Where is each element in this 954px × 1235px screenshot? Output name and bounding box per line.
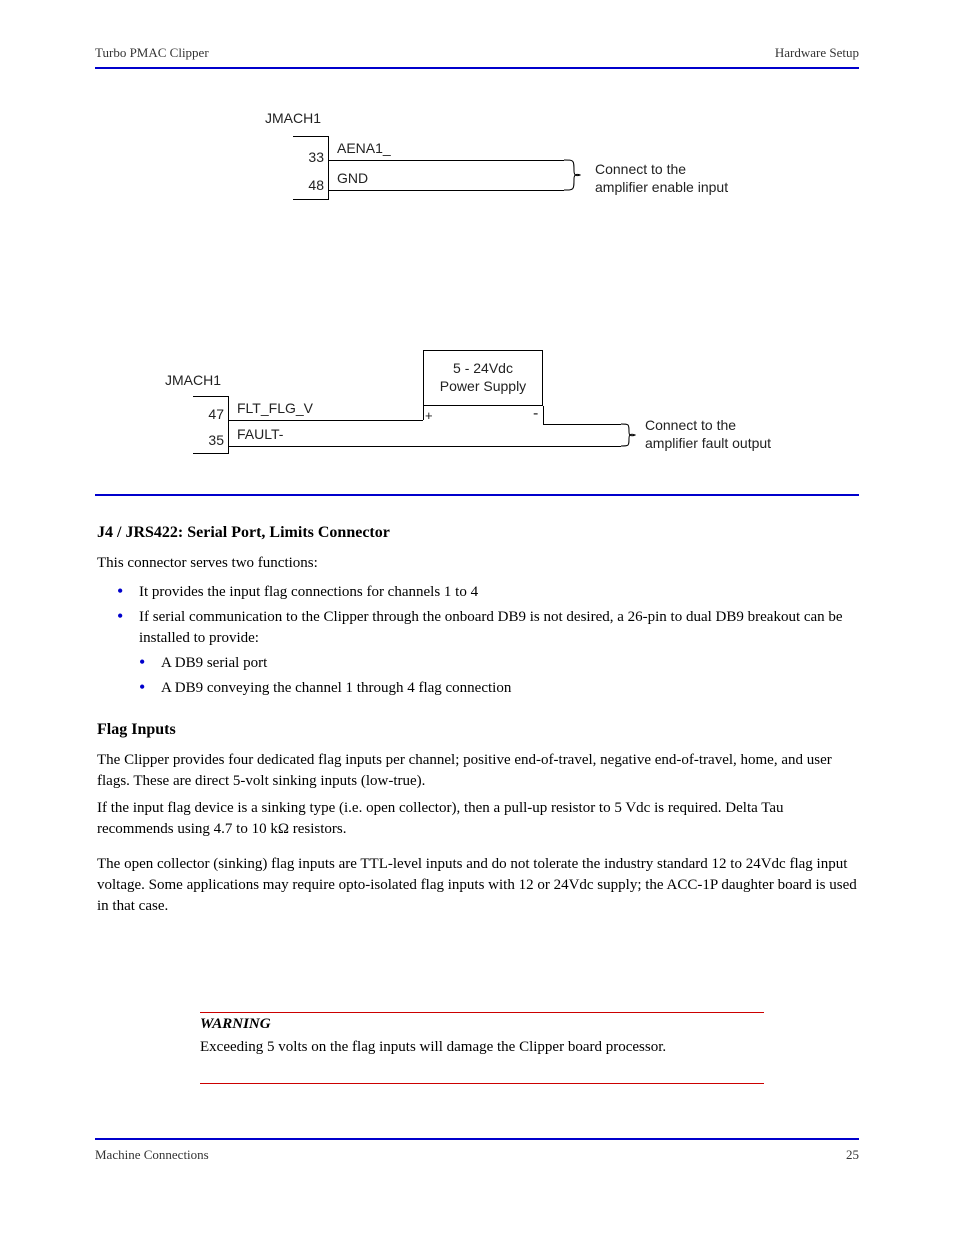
warning-label: WARNING bbox=[200, 1014, 764, 1035]
diagram2-sig1: FLT_FLG_V bbox=[237, 400, 313, 416]
flags-para1: The Clipper provides four dedicated flag… bbox=[97, 750, 859, 792]
brace-icon bbox=[564, 154, 592, 196]
diagram2-connector: 47 35 bbox=[193, 396, 229, 454]
flags-para2: If the input flag device is a sinking ty… bbox=[97, 798, 859, 840]
diagram1-title: JMACH1 bbox=[265, 110, 321, 126]
bullet-text: A DB9 serial port bbox=[161, 655, 267, 671]
diagram2-pin2: 35 bbox=[193, 427, 224, 453]
header-right: Hardware Setup bbox=[775, 45, 859, 61]
bullet-item: It provides the input flag connections f… bbox=[117, 582, 859, 603]
diagram1-pin1: 33 bbox=[293, 143, 324, 171]
section-title: J4 / JRS422: Serial Port, Limits Connect… bbox=[97, 522, 859, 543]
diagram1-connector: 33 48 bbox=[293, 136, 329, 200]
diagram2-pin1: 47 bbox=[193, 401, 224, 427]
diagram2-vwire-plus bbox=[423, 406, 424, 420]
diagram2-note-l1: Connect to the bbox=[645, 417, 736, 433]
diagram1-note-l1: Connect to the bbox=[595, 161, 686, 177]
brace-icon bbox=[621, 418, 643, 452]
diagram2-note-l2: amplifier fault output bbox=[645, 435, 771, 451]
flags-heading: Flag Inputs bbox=[97, 719, 859, 740]
diagram2-wire-fault bbox=[229, 446, 621, 447]
diagram2-vwire-minus bbox=[543, 406, 544, 424]
warning-body: Exceeding 5 volts on the flag inputs wil… bbox=[200, 1039, 666, 1055]
section-rule bbox=[95, 494, 859, 496]
page-footer: Machine Connections 25 bbox=[95, 1147, 859, 1163]
diagram-fault: JMACH1 47 35 FLT_FLG_V FAULT- 5 - 24Vdc … bbox=[165, 350, 865, 480]
footer-rule bbox=[95, 1138, 859, 1140]
page: Turbo PMAC Clipper Hardware Setup JMACH1… bbox=[0, 0, 954, 1235]
header-left: Turbo PMAC Clipper bbox=[95, 45, 209, 61]
bullet-item: A DB9 conveying the channel 1 through 4 … bbox=[139, 678, 859, 699]
footer-right: 25 bbox=[846, 1147, 859, 1163]
warning-top-rule bbox=[200, 1012, 764, 1013]
body-text: J4 / JRS422: Serial Port, Limits Connect… bbox=[97, 522, 859, 923]
diagram1-pin2: 48 bbox=[293, 171, 324, 199]
flags-para3: The open collector (sinking) flag inputs… bbox=[97, 854, 859, 917]
diagram1-wire2 bbox=[329, 190, 564, 191]
header-rule bbox=[95, 67, 859, 69]
bullet-text: If serial communication to the Clipper t… bbox=[139, 609, 843, 646]
warning-bottom-rule bbox=[200, 1083, 764, 1084]
diagram1-note: Connect to the amplifier enable input bbox=[595, 160, 728, 196]
diagram2-wire-minus-out bbox=[543, 424, 621, 425]
ps-line1: 5 - 24Vdc bbox=[453, 360, 513, 376]
minus-icon: - bbox=[533, 408, 538, 420]
diagram2-title: JMACH1 bbox=[165, 372, 221, 388]
bullet-item: If serial communication to the Clipper t… bbox=[117, 607, 859, 649]
bullet-text: It provides the input flag connections f… bbox=[139, 584, 478, 600]
power-supply-box: 5 - 24Vdc Power Supply bbox=[423, 350, 543, 406]
bullet-list-outer: It provides the input flag connections f… bbox=[117, 582, 859, 649]
diagram2-sig2: FAULT- bbox=[237, 426, 283, 442]
diagram2-wire-fltv bbox=[229, 420, 423, 421]
bullet-text: A DB9 conveying the channel 1 through 4 … bbox=[161, 680, 511, 696]
diagram1-sig2: GND bbox=[337, 170, 368, 186]
plus-icon: + bbox=[425, 408, 433, 423]
section-intro: This connector serves two functions: bbox=[97, 553, 859, 574]
warning-box: WARNING Exceeding 5 volts on the flag in… bbox=[200, 1014, 764, 1058]
diagram1-sig1: AENA1_ bbox=[337, 140, 391, 156]
footer-left: Machine Connections bbox=[95, 1147, 209, 1163]
diagram1-wire1 bbox=[329, 160, 564, 161]
page-header: Turbo PMAC Clipper Hardware Setup bbox=[95, 45, 859, 61]
diagram2-note: Connect to the amplifier fault output bbox=[645, 416, 771, 452]
bullet-list-inner: A DB9 serial port A DB9 conveying the ch… bbox=[139, 653, 859, 699]
bullet-item: A DB9 serial port bbox=[139, 653, 859, 674]
diagram1-note-l2: amplifier enable input bbox=[595, 179, 728, 195]
diagram-aena: JMACH1 33 48 AENA1_ GND Connect to the a… bbox=[265, 110, 805, 220]
ps-line2: Power Supply bbox=[440, 378, 526, 394]
